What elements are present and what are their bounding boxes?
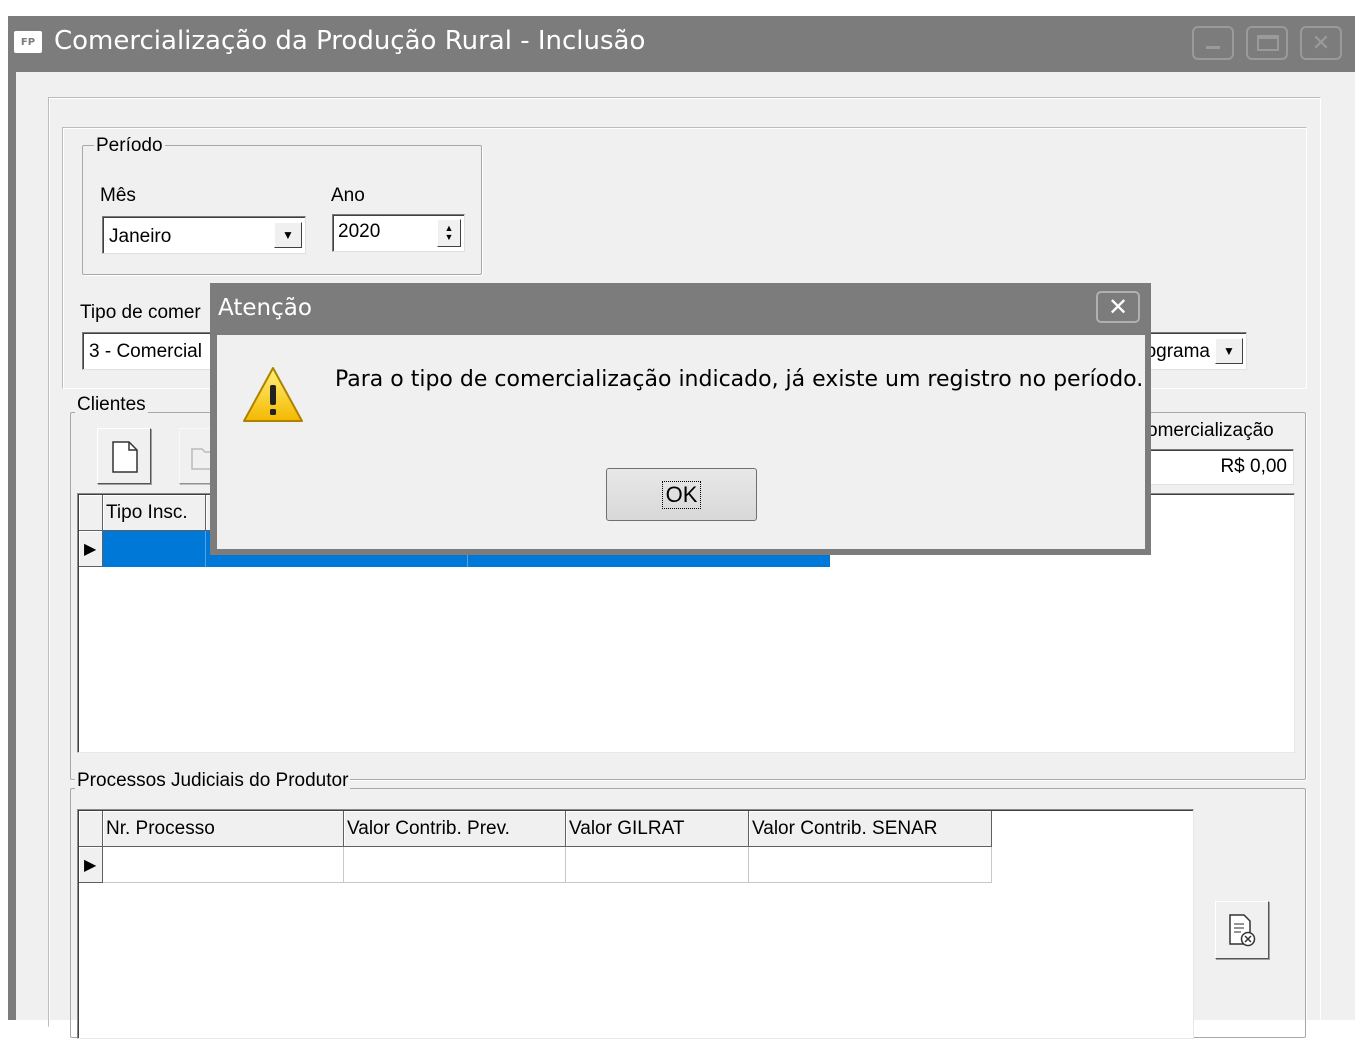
total-comercializacao-field: R$ 0,00 <box>1146 449 1294 485</box>
dialog-close-button[interactable]: ✕ <box>1096 291 1140 323</box>
tipo-label: Tipo de comer <box>80 302 201 323</box>
row-pointer-icon: ▶ <box>84 540 97 558</box>
app-logo: FP <box>14 31 42 53</box>
periodo-legend: Período <box>94 135 165 157</box>
ano-label: Ano <box>331 185 365 206</box>
tipo-value: 3 - Comercial <box>89 341 202 362</box>
periodo-group <box>82 145 482 275</box>
close-icon: ✕ <box>1107 293 1129 321</box>
new-document-icon <box>112 441 138 473</box>
mes-value: Janeiro <box>109 226 172 247</box>
grid-indicator-header <box>79 495 103 531</box>
dialog-body: Para o tipo de comercialização indicado,… <box>217 335 1145 549</box>
maximize-icon <box>1257 35 1279 51</box>
warning-icon <box>243 367 303 422</box>
processos-col-nr[interactable]: Nr. Processo <box>103 811 344 847</box>
dialog-message: Para o tipo de comercialização indicado,… <box>335 367 1144 392</box>
mes-label: Mês <box>100 185 136 206</box>
processos-legend: Processos Judiciais do Produtor <box>75 770 351 792</box>
close-window-button[interactable]: ✕ <box>1300 26 1342 60</box>
row-pointer-icon: ▶ <box>84 856 97 874</box>
table-cell[interactable] <box>103 847 344 883</box>
clientes-col-tipo-insc[interactable]: Tipo Insc. <box>103 495 206 531</box>
total-comercializacao-value: R$ 0,00 <box>1220 456 1287 477</box>
window-title: Comercialização da Produção Rural - Incl… <box>54 26 646 56</box>
chevron-down-icon: ▼ <box>1223 344 1235 358</box>
ano-spinner[interactable]: ▲ ▼ <box>437 219 461 247</box>
dialog-title: Atenção <box>218 295 312 321</box>
processos-col-senar[interactable]: Valor Contrib. SENAR <box>749 811 992 847</box>
row-pointer: ▶ <box>79 531 103 567</box>
mes-select[interactable]: Janeiro ▼ <box>102 216 306 254</box>
processos-col-gilrat[interactable]: Valor GILRAT <box>566 811 749 847</box>
ok-button[interactable]: OK <box>606 468 757 521</box>
ok-label: OK <box>661 480 702 509</box>
title-bar[interactable]: FP Comercialização da Produção Rural - I… <box>8 16 1355 70</box>
tipo-value-tail: ograma <box>1145 341 1210 362</box>
total-comercializacao-label: omercialização <box>1147 420 1274 441</box>
ano-input[interactable]: 2020 ▲ ▼ <box>332 214 465 252</box>
warning-dialog: Atenção ✕ Para o tipo de comercialização… <box>210 283 1151 555</box>
close-icon: ✕ <box>1311 30 1331 56</box>
spin-down-icon: ▼ <box>444 232 454 242</box>
ano-value: 2020 <box>338 221 381 242</box>
minimize-button[interactable] <box>1192 26 1234 60</box>
chevron-down-icon: ▼ <box>282 228 294 242</box>
processos-grid[interactable]: Nr. Processo Valor Contrib. Prev. Valor … <box>77 809 1194 1039</box>
table-cell[interactable] <box>566 847 749 883</box>
row-pointer: ▶ <box>79 847 103 883</box>
table-cell[interactable] <box>749 847 992 883</box>
cell-divider <box>205 531 206 567</box>
new-cliente-button[interactable] <box>97 428 151 484</box>
tipo-dropdown-button[interactable]: ▼ <box>1215 338 1243 364</box>
processos-col-prev[interactable]: Valor Contrib. Prev. <box>344 811 566 847</box>
mes-dropdown-button[interactable]: ▼ <box>274 222 302 248</box>
delete-processo-button[interactable] <box>1215 901 1269 959</box>
minimize-icon <box>1206 46 1220 49</box>
table-cell[interactable] <box>344 847 566 883</box>
clientes-legend: Clientes <box>75 394 148 416</box>
delete-document-icon <box>1229 914 1256 947</box>
maximize-button[interactable] <box>1246 26 1288 60</box>
grid-indicator-header <box>79 811 103 847</box>
